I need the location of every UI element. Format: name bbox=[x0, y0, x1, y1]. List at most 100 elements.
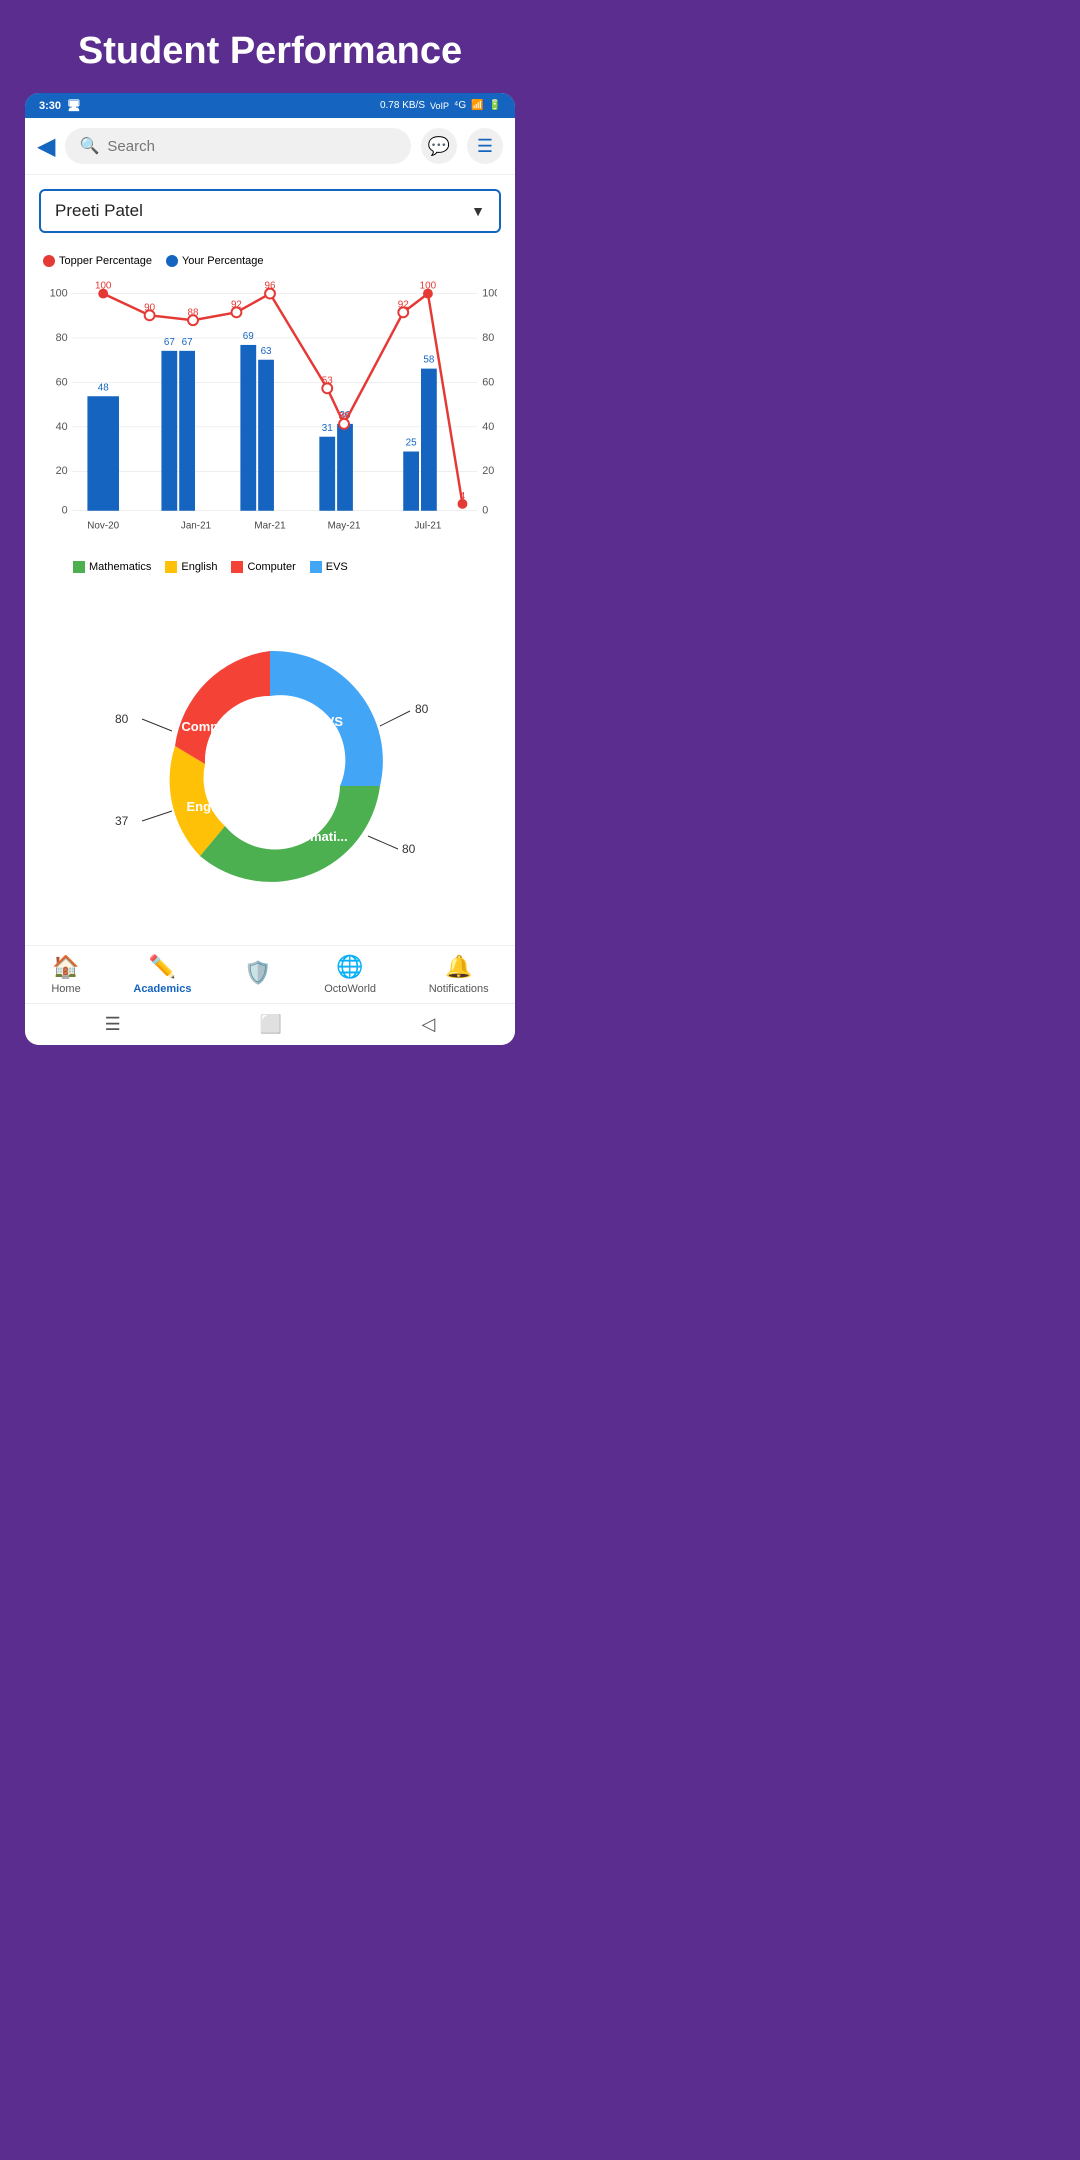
svg-text:38: 38 bbox=[339, 411, 350, 422]
academics-icon: ✏️ bbox=[149, 954, 176, 980]
svg-text:60: 60 bbox=[56, 376, 68, 388]
svg-text:80: 80 bbox=[402, 842, 416, 856]
search-input[interactable] bbox=[107, 138, 397, 155]
svg-text:31: 31 bbox=[322, 423, 333, 434]
svg-text:100: 100 bbox=[482, 288, 497, 300]
svg-text:4: 4 bbox=[460, 491, 466, 502]
chart-legend: Topper Percentage Your Percentage bbox=[43, 255, 497, 267]
search-icon: 🔍 bbox=[79, 136, 99, 156]
svg-text:Jan-21: Jan-21 bbox=[181, 521, 211, 532]
nav-academics-label: Academics bbox=[133, 983, 191, 995]
svg-text:100: 100 bbox=[50, 288, 68, 300]
back-button[interactable]: ◀ bbox=[37, 132, 55, 161]
svg-text:Compute...: Compute... bbox=[181, 719, 248, 734]
svg-text:0: 0 bbox=[482, 505, 488, 517]
bell-icon: 🔔 bbox=[445, 954, 472, 980]
svg-text:90: 90 bbox=[144, 302, 155, 313]
student-dropdown[interactable]: Preeti Patel ▼ bbox=[39, 189, 501, 233]
legend-computer: Computer bbox=[231, 561, 295, 573]
your-dot bbox=[166, 255, 178, 267]
network-type: ⁴G bbox=[454, 100, 466, 111]
home-icon: 🏠 bbox=[52, 954, 79, 980]
svg-text:100: 100 bbox=[420, 281, 437, 292]
svg-text:80: 80 bbox=[115, 712, 129, 726]
svg-text:67: 67 bbox=[182, 337, 193, 348]
status-time: 3:30 bbox=[39, 100, 61, 112]
svg-text:Nov-20: Nov-20 bbox=[87, 521, 119, 532]
svg-text:Mar-21: Mar-21 bbox=[254, 521, 285, 532]
top-bar: ◀ 🔍 💬 ☰ bbox=[25, 118, 515, 175]
svg-text:25: 25 bbox=[406, 438, 417, 449]
svg-text:May-21: May-21 bbox=[328, 521, 361, 532]
monitor-icon: 🖥 bbox=[67, 99, 81, 112]
nav-octoworld-label: OctoWorld bbox=[324, 983, 376, 995]
svg-text:20: 20 bbox=[482, 465, 494, 477]
subject-legend: Mathematics English Computer EVS bbox=[43, 561, 497, 573]
hamburger-icon: ☰ bbox=[477, 136, 493, 157]
status-bar: 3:30 🖥 0.78 KB/S VoIP ⁴G 📶 🔋 bbox=[25, 93, 515, 118]
svg-text:88: 88 bbox=[188, 307, 199, 318]
svg-text:58: 58 bbox=[423, 355, 434, 366]
svg-text:80: 80 bbox=[56, 332, 68, 344]
voip-icon: VoIP bbox=[430, 101, 449, 111]
svg-text:English: English bbox=[187, 799, 234, 814]
english-color bbox=[165, 561, 177, 573]
legend-english: English bbox=[165, 561, 217, 573]
nav-octoworld[interactable]: 🌐 OctoWorld bbox=[324, 954, 376, 995]
topper-dot bbox=[43, 255, 55, 267]
svg-text:40: 40 bbox=[56, 421, 68, 433]
page-title: Student Performance bbox=[58, 0, 482, 93]
svg-text:69: 69 bbox=[243, 331, 254, 342]
content-area: Preeti Patel ▼ Topper Percentage Your Pe… bbox=[25, 175, 515, 945]
svg-text:Jul-21: Jul-21 bbox=[414, 521, 441, 532]
network-speed: 0.78 KB/S bbox=[380, 100, 425, 111]
svg-text:100: 100 bbox=[95, 281, 112, 292]
svg-text:63: 63 bbox=[261, 346, 272, 357]
menu-sys-button[interactable]: ☰ bbox=[105, 1014, 121, 1035]
your-label: Your Percentage bbox=[182, 255, 264, 267]
bottom-nav: 🏠 Home ✏️ Academics 🛡️ 🌐 OctoWorld 🔔 Not… bbox=[25, 945, 515, 1003]
svg-text:96: 96 bbox=[265, 281, 276, 292]
bar-chart-wrapper: 100 80 60 40 20 0 100 80 60 40 20 0 bbox=[43, 275, 497, 555]
legend-evs: EVS bbox=[310, 561, 348, 573]
nav-home-label: Home bbox=[51, 983, 80, 995]
phone-frame: 3:30 🖥 0.78 KB/S VoIP ⁴G 📶 🔋 ◀ 🔍 💬 ☰ Pre… bbox=[25, 93, 515, 1045]
svg-text:20: 20 bbox=[56, 465, 68, 477]
svg-text:67: 67 bbox=[164, 337, 175, 348]
svg-text:80: 80 bbox=[415, 702, 429, 716]
math-color bbox=[73, 561, 85, 573]
legend-your: Your Percentage bbox=[166, 255, 264, 267]
home-sys-button[interactable]: ⬜ bbox=[260, 1014, 282, 1035]
svg-text:53: 53 bbox=[322, 375, 333, 386]
topper-label: Topper Percentage bbox=[59, 255, 152, 267]
donut-chart-section: EVS Mathemati... English Compute... 80 8… bbox=[39, 581, 501, 931]
svg-text:Mathemati...: Mathemati... bbox=[272, 829, 347, 844]
nav-notifications[interactable]: 🔔 Notifications bbox=[429, 954, 489, 995]
svg-text:92: 92 bbox=[398, 299, 409, 310]
svg-text:80: 80 bbox=[482, 332, 494, 344]
nav-home[interactable]: 🏠 Home bbox=[51, 954, 80, 995]
chat-icon: 💬 bbox=[428, 136, 450, 157]
bar-chart-section: Topper Percentage Your Percentage 100 80… bbox=[39, 247, 501, 581]
student-name: Preeti Patel bbox=[55, 201, 143, 221]
svg-text:37: 37 bbox=[115, 814, 129, 828]
legend-math: Mathematics bbox=[73, 561, 151, 573]
legend-topper: Topper Percentage bbox=[43, 255, 152, 267]
donut-svg: EVS Mathemati... English Compute... 80 8… bbox=[100, 601, 440, 921]
svg-text:0: 0 bbox=[62, 505, 68, 517]
back-sys-button[interactable]: ◁ bbox=[422, 1014, 436, 1035]
signal-icon: 📶 bbox=[471, 100, 483, 111]
computer-color bbox=[231, 561, 243, 573]
evs-color bbox=[310, 561, 322, 573]
globe-icon: 🌐 bbox=[336, 954, 363, 980]
search-bar[interactable]: 🔍 bbox=[65, 128, 411, 164]
svg-text:60: 60 bbox=[482, 376, 494, 388]
nav-academics[interactable]: ✏️ Academics bbox=[133, 954, 191, 995]
nav-notifications-label: Notifications bbox=[429, 983, 489, 995]
chat-button[interactable]: 💬 bbox=[421, 128, 457, 164]
menu-button[interactable]: ☰ bbox=[467, 128, 503, 164]
svg-text:40: 40 bbox=[482, 421, 494, 433]
svg-text:EVS: EVS bbox=[317, 714, 343, 729]
svg-text:92: 92 bbox=[231, 299, 242, 310]
nav-special[interactable]: 🛡️ bbox=[244, 960, 271, 989]
